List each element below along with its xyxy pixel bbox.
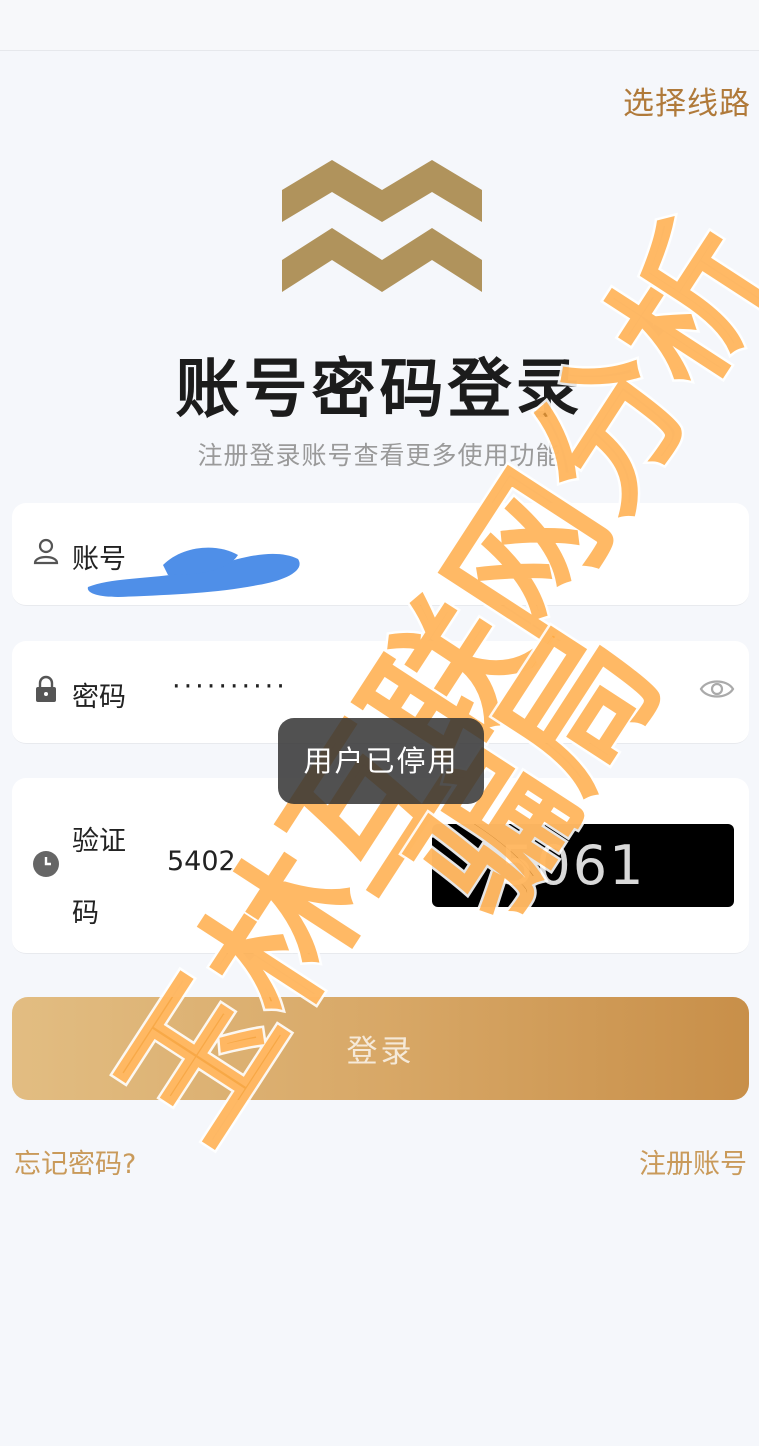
captcha-input[interactable]: 5402 xyxy=(167,846,236,877)
eye-icon[interactable] xyxy=(699,675,735,703)
user-icon xyxy=(33,538,59,565)
brand-logo-icon xyxy=(282,160,482,292)
page-subtitle: 注册登录账号查看更多使用功能 xyxy=(197,441,562,470)
select-route-link[interactable]: 选择线路 xyxy=(623,78,751,123)
captcha-image[interactable]: 5061 xyxy=(432,824,734,907)
password-input[interactable]: ·········· xyxy=(172,671,288,702)
captcha-field[interactable]: 验证 码 5402 5061 xyxy=(12,778,749,954)
captcha-label: 验证 码 xyxy=(72,826,126,929)
forgot-password-link[interactable]: 忘记密码? xyxy=(14,1142,136,1181)
page-title: 账号密码登录 xyxy=(175,353,584,427)
clock-icon xyxy=(33,851,59,877)
account-field[interactable]: 账号 xyxy=(12,503,749,606)
password-label: 密码 xyxy=(72,682,126,713)
register-account-link[interactable]: 注册账号 xyxy=(639,1142,747,1181)
login-button[interactable]: 登录 xyxy=(12,997,749,1100)
status-bar xyxy=(0,0,759,51)
lock-icon xyxy=(36,675,56,702)
toast-message: 用户已停用 xyxy=(278,718,484,804)
redaction-scribble xyxy=(87,547,300,597)
captcha-image-text: 5061 xyxy=(500,834,646,897)
